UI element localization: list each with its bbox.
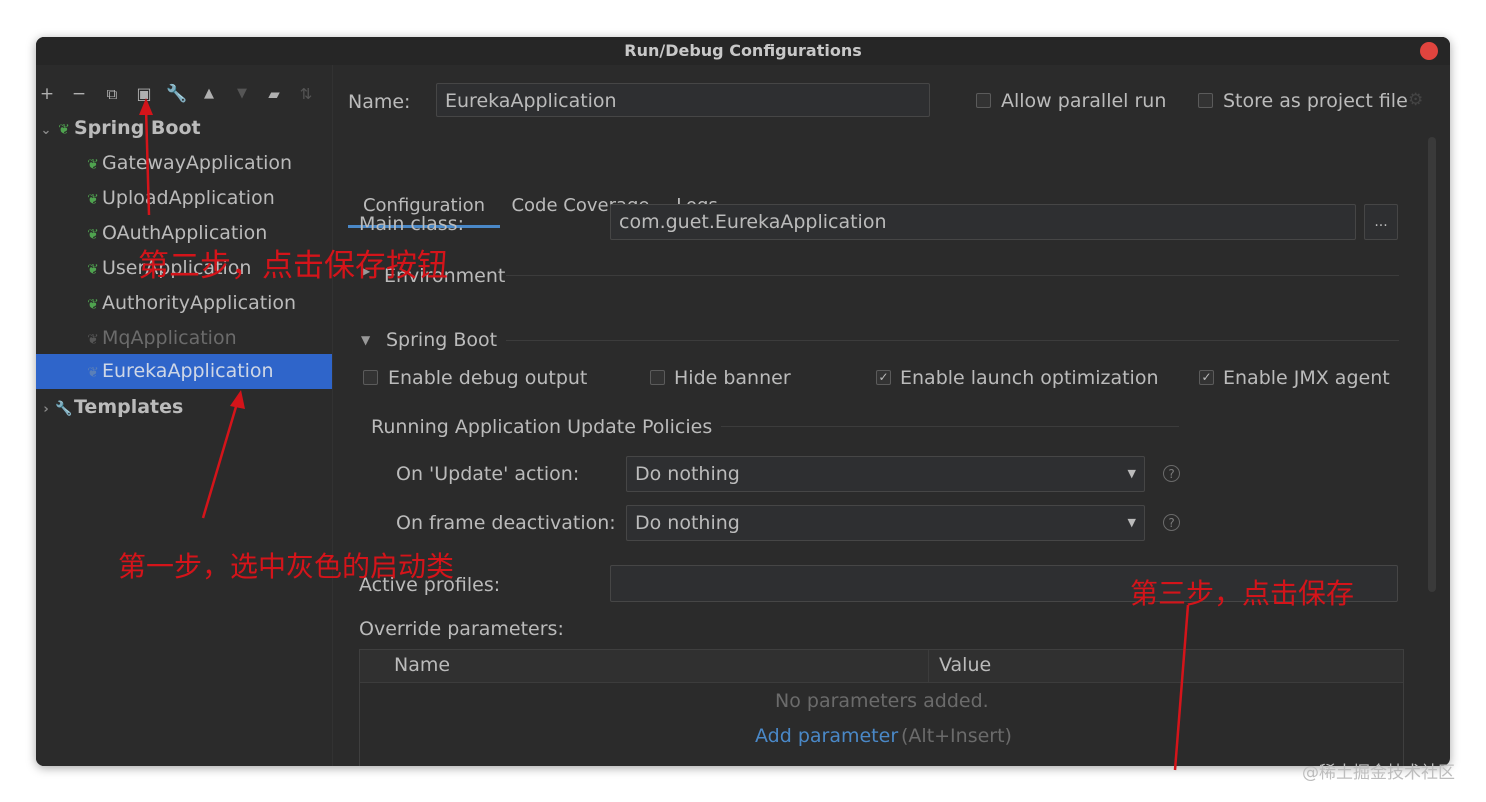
watermark: @稀土掘金技术社区 xyxy=(1302,763,1455,783)
step3-annotation: 第三步，点击保存 xyxy=(1130,577,1355,610)
annotation-arrows xyxy=(139,98,1190,771)
step1-annotation: 第一步，选中灰色的启动类 xyxy=(118,550,455,583)
step2-annotation: 第二步，点击保存按钮 xyxy=(138,248,448,284)
